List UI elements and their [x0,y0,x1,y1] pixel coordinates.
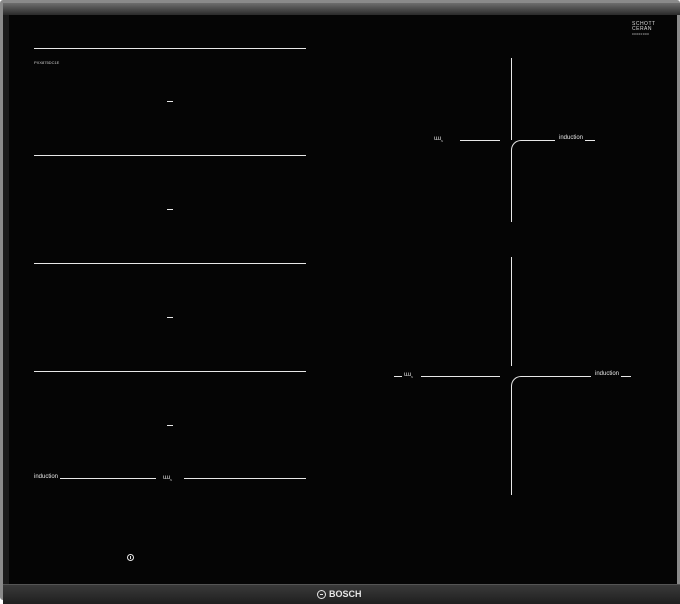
left-zone-line-3 [34,263,306,264]
left-induction-label: induction [34,474,59,480]
right-upper-vertical-top [511,58,512,140]
right-upper-wave-icon: ɯɹ˷ [434,136,443,142]
schott-ceran-logo: SCHOTT CERAN 00000000 [632,22,656,37]
right-lower-line-left [421,376,500,377]
left-zone-marker-2[interactable] [167,209,173,210]
bosch-logo-icon [317,589,326,599]
model-code: PXX875DC1E [34,60,60,65]
right-upper-induction-label: induction [559,135,584,141]
top-trim [3,3,680,15]
right-lower-line-far-left [394,376,402,377]
left-wave-icon: ɯɹ˷ [163,475,172,481]
left-zone-marker-1[interactable] [167,101,173,102]
right-upper-vertical-bottom [511,150,512,222]
left-zone-line-2 [34,155,306,156]
left-zone-line-4 [34,371,306,372]
bosch-label: BOSCH [329,589,362,599]
left-zone-line-1 [34,48,306,49]
right-lower-wave-icon: ɯɹ˷ [404,372,413,378]
right-upper-line-left [460,140,500,141]
left-induction-line-a [60,478,156,479]
right-lower-vertical-top [511,257,512,366]
power-icon[interactable] [127,554,134,561]
right-upper-line-right [585,140,595,141]
right-lower-vertical-bottom [511,386,512,495]
right-upper-line-mid [521,140,555,141]
ceran-code: 00000000 [632,32,650,36]
left-zone-marker-3[interactable] [167,317,173,318]
right-lower-line-mid [521,376,591,377]
right-lower-line-right [621,376,631,377]
left-zone-marker-4[interactable] [167,425,173,426]
left-induction-line-b [184,478,306,479]
glass-surface [9,15,677,584]
right-lower-induction-label: induction [595,371,620,377]
bosch-brand: BOSCH [317,587,362,601]
cooktop-frame: SCHOTT CERAN 00000000 PXX875DC1E inducti… [0,0,680,604]
